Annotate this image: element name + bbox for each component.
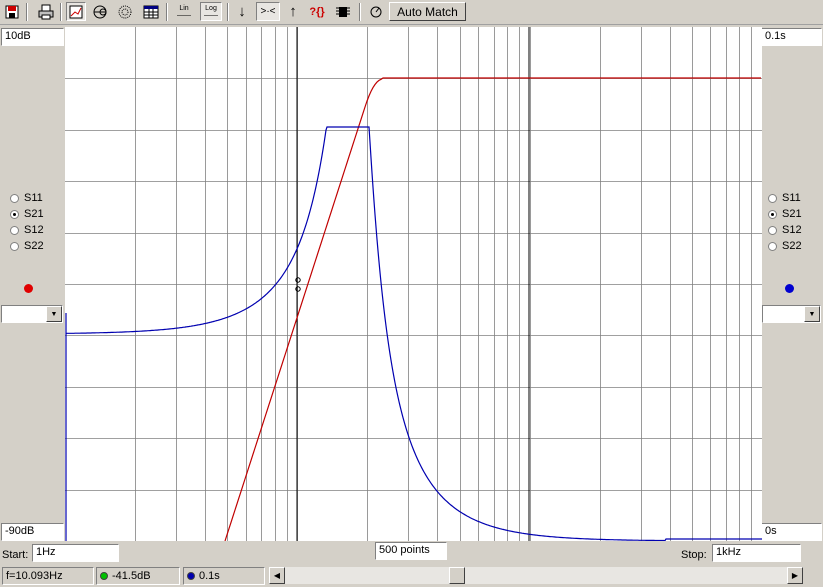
delay-readout-value: 0.1s [199,570,220,582]
left-top-value-field[interactable]: 10dB [1,28,64,46]
magnitude-readout: -41.5dB [96,567,180,585]
radio-button-icon [768,225,777,235]
log-label: Log [205,4,217,12]
right-radio-s11[interactable]: S11 [768,192,801,204]
arrow-down-icon[interactable]: ↓ [232,2,252,21]
polar-chart-icon[interactable] [115,2,135,21]
radio-button-icon [10,241,19,251]
help-glyph: ?{} [309,5,325,18]
start-label: Start: [2,549,29,561]
arrows-in-glyph: >·< [260,6,276,17]
radio-button-icon [10,193,19,203]
arrow-up-icon[interactable]: ↑ [283,2,303,21]
left-trace-color-marker [24,284,33,293]
auto-match-button[interactable]: Auto Match [389,2,466,21]
points-field[interactable]: 500 points [375,542,447,560]
left-radio-s21[interactable]: S21 [10,208,44,220]
left-trace-dropdown[interactable]: ▼ [1,305,63,323]
toolbar-separator [26,3,28,21]
smith-chart-icon[interactable] [90,2,110,21]
left-radio-s11-label: S11 [24,192,43,204]
toolbar: Lin —— Log —— ↓ >·< ↑ ?{} Auto Match [0,0,823,25]
scrollbar-thumb[interactable] [449,567,465,584]
arrow-down-glyph: ↓ [238,3,246,20]
lin-label: Lin [179,4,189,12]
toolbar-separator [60,3,62,21]
right-bottom-value-field[interactable]: 0s [761,523,822,541]
left-bottom-value-field[interactable]: -90dB [1,523,64,541]
radio-button-selected-icon [10,209,19,219]
radio-button-icon [10,225,19,235]
right-trace-color-marker [785,284,794,293]
radio-button-icon [768,193,777,203]
delay-dot-icon [187,572,195,580]
linear-scale-button[interactable]: Lin —— [174,2,194,21]
chevron-down-icon: ▼ [46,306,62,322]
magnitude-dot-icon [100,572,108,580]
left-bottom-value: -90dB [5,525,35,537]
right-radio-s12[interactable]: S12 [768,224,802,236]
right-top-value-field[interactable]: 0.1s [761,28,822,46]
print-icon[interactable] [36,2,56,21]
save-icon[interactable] [2,2,22,21]
right-bottom-value: 0s [765,525,777,537]
toolbar-separator [227,3,229,21]
cartesian-plot-icon[interactable] [66,2,86,21]
left-radio-s12[interactable]: S12 [10,224,44,236]
start-frequency-field[interactable]: 1Hz [32,544,119,562]
left-radio-s12-label: S12 [24,224,44,236]
radio-button-selected-icon [768,209,777,219]
arrows-in-icon[interactable]: >·< [256,2,280,21]
magnitude-readout-value: -41.5dB [112,570,151,582]
frequency-readout-value: f=10.093Hz [6,570,63,582]
right-radio-s12-label: S12 [782,224,802,236]
marker-point[interactable] [295,277,301,283]
stop-frequency-value: 1kHz [716,546,742,558]
response-plot [65,27,762,542]
right-radio-s22[interactable]: S22 [768,240,802,252]
left-top-value: 10dB [5,30,31,42]
stop-frequency-field[interactable]: 1kHz [712,544,801,562]
marker-point-2[interactable] [295,286,301,292]
right-radio-s11-label: S11 [782,192,801,204]
right-radio-s21-label: S21 [782,208,802,220]
delay-readout: 0.1s [183,567,265,585]
horizontal-scrollbar[interactable]: ◀ ▶ [269,567,803,584]
right-top-value: 0.1s [765,30,786,42]
stop-label: Stop: [681,549,707,561]
scroll-left-icon[interactable]: ◀ [269,567,285,584]
points-value: 500 points [379,544,430,556]
help-icon[interactable]: ?{} [307,2,327,21]
start-frequency-value: 1Hz [36,546,56,558]
arrow-up-glyph: ↑ [289,3,297,20]
right-radio-s22-label: S22 [782,240,802,252]
log-scale-button[interactable]: Log —— [200,2,222,21]
magnitude-trace [224,77,761,542]
left-radio-s22[interactable]: S22 [10,240,44,252]
tune-icon[interactable] [366,2,386,21]
frequency-readout: f=10.093Hz [2,567,94,585]
toolbar-separator [166,3,168,21]
left-radio-s22-label: S22 [24,240,44,252]
right-radio-s21[interactable]: S21 [768,208,802,220]
scroll-right-icon[interactable]: ▶ [787,567,803,584]
plot-area[interactable] [65,27,762,542]
table-view-icon[interactable] [141,2,161,21]
group-delay-trace [65,126,762,542]
toolbar-separator [359,3,361,21]
chevron-down-icon: ▼ [804,306,820,322]
plot-grid [65,27,762,541]
radio-button-icon [768,241,777,251]
left-radio-s11[interactable]: S11 [10,192,43,204]
component-icon[interactable] [333,2,353,21]
auto-match-label: Auto Match [397,4,458,19]
left-radio-s21-label: S21 [24,208,44,220]
right-trace-dropdown[interactable]: ▼ [762,305,821,323]
